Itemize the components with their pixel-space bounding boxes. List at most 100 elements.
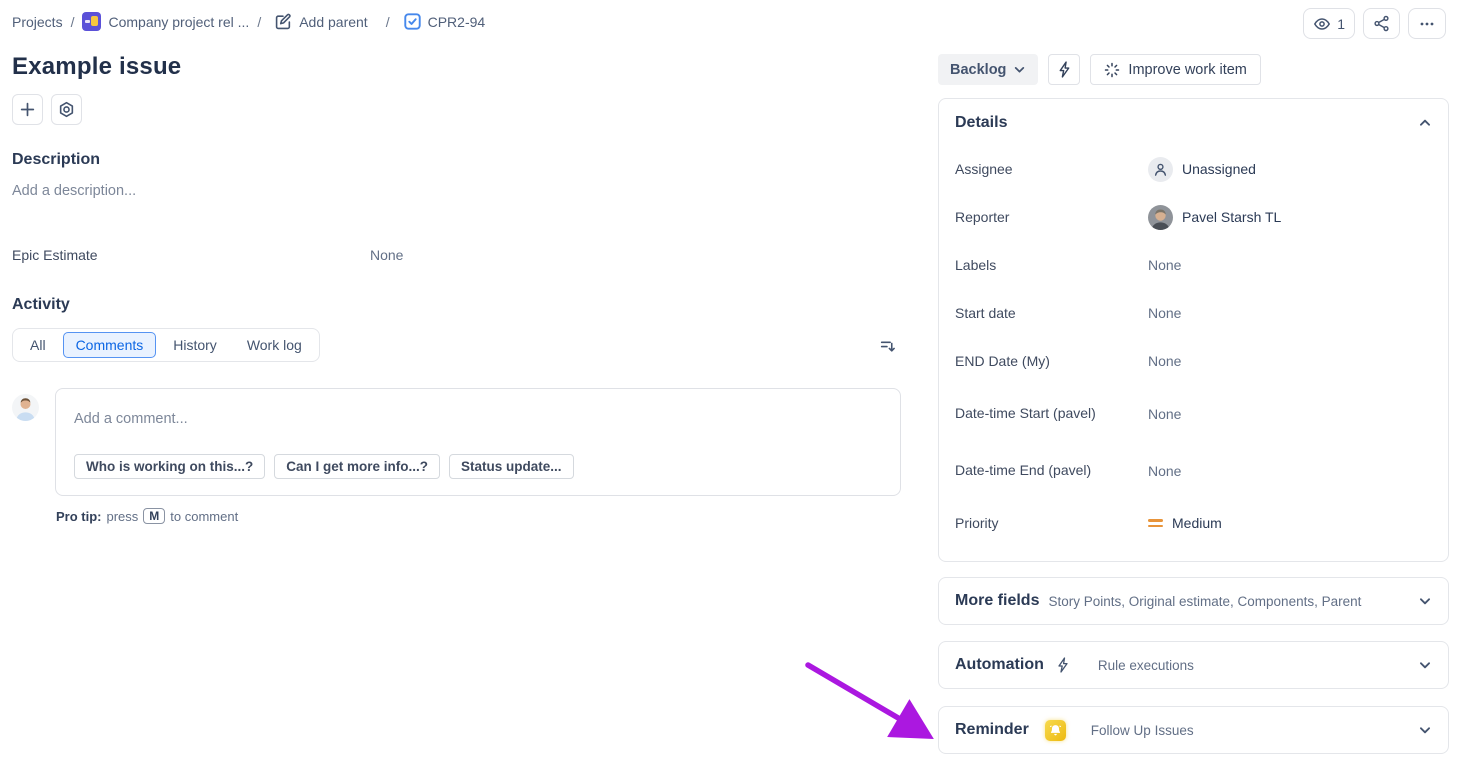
reporter-label: Reporter bbox=[955, 208, 1148, 227]
datetime-end-value: None bbox=[1148, 463, 1181, 479]
assignee-label: Assignee bbox=[955, 160, 1148, 179]
pro-tip: Pro tip: press M to comment bbox=[56, 508, 905, 524]
plus-icon bbox=[19, 101, 36, 118]
status-dropdown[interactable]: Backlog bbox=[938, 54, 1038, 85]
issue-main-column: Example issue Description Add a descript… bbox=[0, 53, 905, 524]
epic-estimate-label: Epic Estimate bbox=[12, 247, 370, 263]
activity-tabs: All Comments History Work log bbox=[12, 328, 320, 362]
improve-work-item-button[interactable]: Improve work item bbox=[1090, 54, 1260, 85]
details-rows: Assignee Unassigned Reporter bbox=[955, 145, 1432, 547]
apps-settings-button[interactable] bbox=[51, 94, 82, 125]
sort-order-button[interactable] bbox=[875, 333, 900, 358]
chevron-up-icon[interactable] bbox=[1418, 116, 1432, 130]
assignee-value: Unassigned bbox=[1182, 161, 1256, 177]
pro-tip-text2: to comment bbox=[170, 509, 238, 524]
end-date-label: END Date (My) bbox=[955, 352, 1148, 371]
ai-sparkle-icon bbox=[1104, 62, 1120, 78]
task-type-icon bbox=[404, 13, 421, 30]
sort-icon bbox=[879, 337, 896, 354]
comment-area: Add a comment... Who is working on this.… bbox=[12, 388, 905, 496]
lightning-icon bbox=[1056, 657, 1070, 673]
automation-title: Automation bbox=[955, 656, 1044, 674]
current-user-avatar bbox=[12, 394, 39, 421]
reporter-avatar bbox=[1148, 205, 1173, 230]
project-avatar-icon bbox=[82, 12, 101, 31]
comment-input[interactable]: Add a comment... Who is working on this.… bbox=[55, 388, 901, 496]
more-fields-panel[interactable]: More fields Story Points, Original estim… bbox=[938, 577, 1449, 625]
topbar-actions: 1 bbox=[1303, 8, 1446, 39]
epic-estimate-row[interactable]: Epic Estimate None bbox=[12, 247, 905, 263]
tab-comments[interactable]: Comments bbox=[63, 332, 157, 358]
reminder-subtitle: Follow Up Issues bbox=[1091, 723, 1194, 738]
issue-side-panel: Backlog Improve work item Details bbox=[938, 54, 1449, 754]
priority-row[interactable]: Priority Medium bbox=[955, 499, 1432, 547]
datetime-start-value: None bbox=[1148, 406, 1181, 422]
share-button[interactable] bbox=[1363, 8, 1400, 39]
details-header[interactable]: Details bbox=[955, 114, 1432, 132]
improve-work-item-label: Improve work item bbox=[1128, 62, 1246, 78]
annotation-arrow bbox=[780, 645, 955, 763]
reporter-value: Pavel Starsh TL bbox=[1182, 209, 1281, 225]
priority-label: Priority bbox=[955, 514, 1148, 533]
tab-all[interactable]: All bbox=[17, 332, 59, 358]
breadcrumb-issue-key[interactable]: CPR2-94 bbox=[404, 13, 486, 30]
end-date-row[interactable]: END Date (My) None bbox=[955, 337, 1432, 385]
automation-subtitle: Rule executions bbox=[1098, 658, 1194, 673]
eye-icon bbox=[1313, 15, 1331, 33]
add-button[interactable] bbox=[12, 94, 43, 125]
ellipsis-icon bbox=[1418, 15, 1436, 33]
activity-heading: Activity bbox=[12, 296, 905, 314]
breadcrumb-project-label: Company project rel ... bbox=[108, 14, 249, 30]
breadcrumb-issue-key-label: CPR2-94 bbox=[428, 14, 486, 30]
quick-reply-who-is-working[interactable]: Who is working on this...? bbox=[74, 454, 265, 479]
labels-row[interactable]: Labels None bbox=[955, 241, 1432, 289]
epic-estimate-value: None bbox=[370, 247, 403, 263]
breadcrumb-separator: / bbox=[71, 14, 75, 30]
labels-label: Labels bbox=[955, 256, 1148, 275]
chevron-down-icon[interactable] bbox=[1418, 594, 1432, 608]
issue-toolbar bbox=[12, 94, 905, 125]
breadcrumb: Projects / Company project rel ... / Add… bbox=[12, 8, 485, 31]
end-date-value: None bbox=[1148, 353, 1181, 369]
edit-icon bbox=[275, 13, 292, 30]
details-title: Details bbox=[955, 114, 1007, 132]
top-bar: Projects / Company project rel ... / Add… bbox=[0, 0, 1460, 39]
reminder-panel[interactable]: Reminder Follow Up Issues bbox=[938, 706, 1449, 754]
breadcrumb-add-parent-label: Add parent bbox=[299, 14, 368, 30]
quick-reply-chips: Who is working on this...? Can I get mor… bbox=[74, 454, 884, 479]
chevron-down-icon[interactable] bbox=[1418, 658, 1432, 672]
labels-value: None bbox=[1148, 257, 1181, 273]
chevron-down-icon[interactable] bbox=[1418, 723, 1432, 737]
reporter-row[interactable]: Reporter Pavel Starsh TL bbox=[955, 193, 1432, 241]
gear-icon bbox=[58, 101, 75, 118]
pro-tip-text1: press bbox=[107, 509, 139, 524]
breadcrumb-separator: / bbox=[257, 14, 261, 30]
chevron-down-icon bbox=[1013, 63, 1026, 76]
breadcrumb-project[interactable]: Company project rel ... bbox=[82, 12, 249, 31]
start-date-row[interactable]: Start date None bbox=[955, 289, 1432, 337]
automation-panel[interactable]: Automation Rule executions bbox=[938, 641, 1449, 689]
breadcrumb-add-parent[interactable]: Add parent bbox=[275, 13, 368, 30]
status-label: Backlog bbox=[950, 62, 1006, 78]
watchers-button[interactable]: 1 bbox=[1303, 8, 1355, 39]
tab-worklog[interactable]: Work log bbox=[234, 332, 315, 358]
lightning-icon bbox=[1057, 61, 1072, 78]
reminder-title: Reminder bbox=[955, 721, 1029, 739]
breadcrumb-projects[interactable]: Projects bbox=[12, 14, 63, 30]
watchers-count: 1 bbox=[1337, 16, 1345, 32]
details-card: Details Assignee Unassigned Reporter bbox=[938, 98, 1449, 562]
quick-reply-status-update[interactable]: Status update... bbox=[449, 454, 574, 479]
unassigned-avatar-icon bbox=[1148, 157, 1173, 182]
quick-reply-more-info[interactable]: Can I get more info...? bbox=[274, 454, 440, 479]
datetime-start-row[interactable]: Date-time Start (pavel) None bbox=[955, 385, 1432, 442]
priority-value: Medium bbox=[1172, 515, 1222, 531]
automation-quick-button[interactable] bbox=[1048, 54, 1080, 85]
assignee-row[interactable]: Assignee Unassigned bbox=[955, 145, 1432, 193]
datetime-end-row[interactable]: Date-time End (pavel) None bbox=[955, 442, 1432, 499]
more-fields-title: More fields bbox=[955, 592, 1039, 610]
tab-history[interactable]: History bbox=[160, 332, 230, 358]
more-actions-button[interactable] bbox=[1408, 8, 1446, 39]
issue-title[interactable]: Example issue bbox=[12, 53, 905, 81]
description-heading: Description bbox=[12, 151, 905, 169]
description-placeholder[interactable]: Add a description... bbox=[12, 183, 905, 199]
